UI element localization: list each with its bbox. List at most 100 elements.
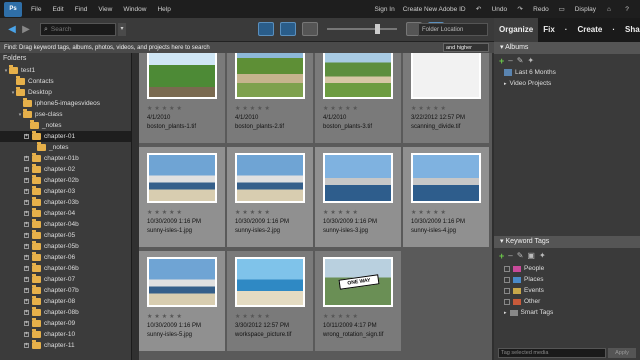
media-thumbnail-image[interactable] — [235, 257, 305, 307]
back-icon[interactable]: ◀ — [6, 24, 18, 36]
expand-folder-icon[interactable]: + — [24, 277, 29, 282]
search-dropdown-icon[interactable]: ▾ — [118, 23, 126, 36]
menu-find[interactable]: Find — [75, 6, 88, 13]
folder-item[interactable]: + chapter-03b — [0, 197, 131, 208]
folders-scrollbar[interactable] — [132, 53, 139, 360]
media-thumbnail-cell[interactable]: ★★★★★ 4/1/2010 boston_plants-1.tif — [139, 53, 225, 143]
help-icon[interactable]: ? — [622, 4, 632, 14]
folder-item[interactable]: _notes — [0, 120, 131, 131]
tag-item[interactable]: Places — [494, 274, 640, 285]
media-thumbnail-image[interactable] — [147, 257, 217, 307]
rotate-right-icon[interactable] — [280, 22, 296, 36]
expand-folder-icon[interactable]: + — [24, 156, 29, 161]
rating-stars[interactable]: ★★★★★ — [235, 313, 272, 320]
edit-album-icon[interactable]: ✎ — [517, 56, 524, 65]
expand-folder-icon[interactable]: + — [24, 134, 29, 139]
remove-album-icon[interactable]: – — [508, 56, 512, 65]
album-options-icon[interactable]: ✦ — [527, 56, 534, 65]
folder-item[interactable]: + chapter-01 — [0, 131, 131, 142]
folder-item[interactable]: + chapter-05b — [0, 241, 131, 252]
undo-button[interactable]: Undo — [492, 6, 508, 13]
add-album-icon[interactable]: + — [499, 56, 504, 66]
zoom-slider-knob[interactable] — [375, 24, 380, 34]
find-bar[interactable]: Find: Drag keyword tags, albums, photos,… — [0, 42, 494, 53]
tag-media-input[interactable]: Tag selected media — [498, 348, 606, 358]
home-icon[interactable]: ⌂ — [604, 4, 614, 14]
tab-share[interactable]: Share — [620, 18, 640, 42]
folder-item[interactable]: + chapter-04b — [0, 219, 131, 230]
folder-item[interactable]: + chapter-02b — [0, 175, 131, 186]
rating-stars[interactable]: ★★★★★ — [235, 209, 272, 216]
folder-item[interactable]: + chapter-02 — [0, 164, 131, 175]
display-button[interactable]: Display — [575, 6, 596, 13]
folder-item[interactable]: + chapter-06 — [0, 252, 131, 263]
rating-filter-select[interactable]: and higher — [443, 43, 489, 52]
undo-icon[interactable]: ↶ — [474, 4, 484, 14]
forward-icon[interactable]: ▶ — [20, 24, 32, 36]
expand-folder-icon[interactable]: + — [24, 189, 29, 194]
menu-help[interactable]: Help — [157, 6, 170, 13]
folder-item[interactable]: iphone5-imagesvideos — [0, 98, 131, 109]
tag-item[interactable]: ▸ Smart Tags — [494, 307, 640, 318]
folder-item[interactable]: + chapter-09 — [0, 318, 131, 329]
expand-folder-icon[interactable]: + — [24, 343, 29, 348]
rotate-left-icon[interactable] — [258, 22, 274, 36]
rating-stars[interactable]: ★★★★★ — [323, 209, 360, 216]
folder-item[interactable]: ▾ pse-class — [0, 109, 131, 120]
create-adobe-id-link[interactable]: Create New Adobe ID — [403, 6, 466, 13]
folder-item[interactable]: + chapter-05 — [0, 230, 131, 241]
folder-item[interactable]: + chapter-08b — [0, 307, 131, 318]
folder-item[interactable]: + chapter-07 — [0, 274, 131, 285]
zoom-slider[interactable] — [327, 24, 397, 34]
search-input[interactable] — [50, 26, 103, 33]
media-thumbnail-image[interactable] — [411, 153, 481, 203]
media-thumbnail-image[interactable] — [323, 153, 393, 203]
tag-checkbox[interactable] — [504, 298, 510, 305]
tag-options-icon[interactable]: ✦ — [539, 251, 546, 260]
grid-view-icon[interactable] — [302, 22, 318, 36]
media-thumbnail-image[interactable] — [235, 153, 305, 203]
tag-item[interactable]: Events — [494, 285, 640, 296]
folder-item[interactable]: + chapter-04 — [0, 208, 131, 219]
folder-item[interactable]: ▾ test1 — [0, 65, 131, 76]
tag-item[interactable]: Other — [494, 296, 640, 307]
tab-organize[interactable]: Organize — [494, 18, 539, 42]
apply-button[interactable]: Apply — [608, 348, 636, 358]
rating-stars[interactable]: ★★★★★ — [147, 209, 184, 216]
expand-folder-icon[interactable]: + — [24, 299, 29, 304]
expand-folder-icon[interactable]: + — [24, 255, 29, 260]
tag-import-icon[interactable]: ▣ — [527, 251, 535, 260]
expand-folder-icon[interactable]: + — [24, 244, 29, 249]
expand-folder-icon[interactable]: + — [24, 211, 29, 216]
redo-icon[interactable]: ↷ — [515, 4, 525, 14]
expand-folder-icon[interactable]: + — [24, 222, 29, 227]
display-icon[interactable]: ▭ — [557, 4, 567, 14]
expand-folder-icon[interactable]: + — [24, 266, 29, 271]
tag-item[interactable]: People — [494, 263, 640, 274]
media-thumbnail-cell[interactable]: ★★★★★ 10/30/2009 1:16 PM sunny-isles-2.jpg — [227, 147, 313, 247]
sign-in-link[interactable]: Sign In — [374, 6, 394, 13]
rating-stars[interactable]: ★★★★★ — [235, 105, 272, 112]
rating-stars[interactable]: ★★★★★ — [323, 105, 360, 112]
media-thumbnail-cell[interactable]: ★★★★★ 10/30/2009 1:16 PM sunny-isles-1.jpg — [139, 147, 225, 247]
expand-folder-icon[interactable]: + — [24, 288, 29, 293]
folder-item[interactable]: Contacts — [0, 76, 131, 87]
folder-location-select[interactable]: Folder Location — [418, 23, 488, 36]
tag-checkbox[interactable] — [504, 287, 510, 294]
tab-create[interactable]: Create — [572, 18, 607, 42]
album-item[interactable]: ▸ Video Projects — [494, 78, 640, 89]
folder-item[interactable]: + chapter-06b — [0, 263, 131, 274]
rating-stars[interactable]: ★★★★★ — [147, 313, 184, 320]
rating-stars[interactable]: ★★★★★ — [411, 209, 448, 216]
menu-edit[interactable]: Edit — [52, 6, 63, 13]
media-thumbnail-cell[interactable]: ONE WAY ★★★★★ 10/11/2009 4:17 PM wrong_rota… — [315, 251, 401, 351]
media-thumbnail-image[interactable] — [147, 153, 217, 203]
edit-tag-icon[interactable]: ✎ — [517, 251, 524, 260]
search-box[interactable]: ⌕ — [40, 23, 116, 36]
media-thumbnail-image[interactable] — [235, 53, 305, 99]
folder-item[interactable]: ▾ Desktop — [0, 87, 131, 98]
add-tag-icon[interactable]: + — [499, 251, 504, 261]
rating-stars[interactable]: ★★★★★ — [411, 105, 448, 112]
expand-folder-icon[interactable]: + — [24, 332, 29, 337]
media-thumbnail-image[interactable] — [411, 53, 481, 99]
